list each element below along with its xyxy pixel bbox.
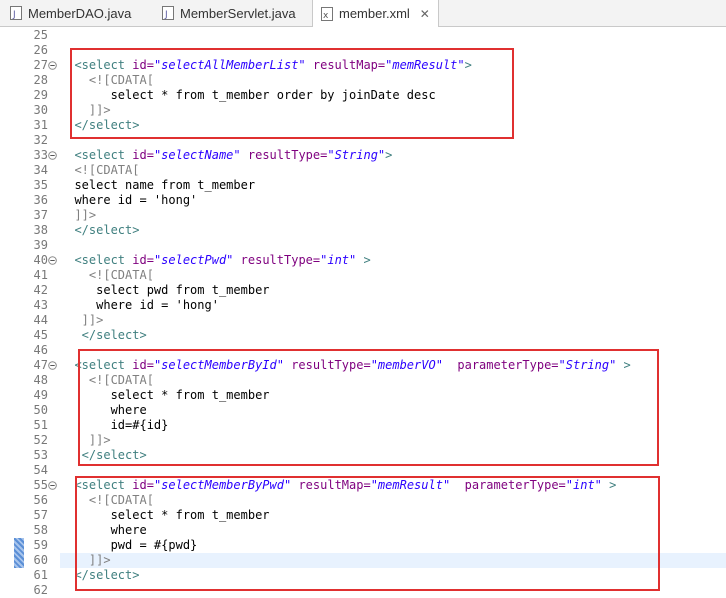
tab-memberservlet-java[interactable]: J MemberServlet.java <box>162 0 296 26</box>
code-line: </select> <box>60 223 139 238</box>
line-number: 38 <box>33 223 48 237</box>
line-number: 51 <box>33 418 48 432</box>
code-token-val: "int" <box>320 253 357 267</box>
line-number: 49 <box>33 388 48 402</box>
line-number: 57 <box>33 508 48 522</box>
code-line: select name from t_member <box>60 178 255 193</box>
code-token-txt: select pwd from t_member <box>60 283 270 297</box>
code-token-tag: </select> <box>60 328 147 342</box>
line-number: 34 <box>33 163 48 177</box>
close-icon[interactable]: ✕ <box>420 7 430 21</box>
line-number: 28 <box>33 73 48 87</box>
highlight-box-select-by-id <box>78 349 659 466</box>
xml-file-icon: x <box>321 6 333 21</box>
code-line: <![CDATA[ <box>60 268 154 283</box>
tab-memberdao-java[interactable]: J MemberDAO.java <box>10 0 131 26</box>
line-number: 31 <box>33 118 48 132</box>
code-token-attr: resultType= <box>233 253 321 267</box>
code-token-val: "selectPwd" <box>153 253 234 267</box>
fold-collapse-icon[interactable] <box>48 256 57 265</box>
line-number: 43 <box>33 298 48 312</box>
line-number: 33 <box>33 148 48 162</box>
code-line: <select id="selectName" resultType="Stri… <box>60 148 392 163</box>
line-number: 50 <box>33 403 48 417</box>
line-number: 53 <box>33 448 48 462</box>
line-number: 30 <box>33 103 48 117</box>
line-number: 60 <box>33 553 48 567</box>
code-token-tag: <select <box>60 148 133 162</box>
highlight-box-select-by-pwd <box>75 476 660 591</box>
code-token-cdata: <![CDATA[ <box>60 268 154 282</box>
code-token-attr: id= <box>132 253 154 267</box>
fold-collapse-icon[interactable] <box>48 61 57 70</box>
line-number: 39 <box>33 238 48 252</box>
svg-text:J: J <box>164 10 168 20</box>
code-line: ]]> <box>60 313 104 328</box>
code-token-attr: id= <box>132 148 154 162</box>
code-editor[interactable]: 25 26 27 28 29 30 31 32 33 34 35 36 37 38 39 40 41 42 43 44… <box>0 27 726 597</box>
editor-tab-bar: J MemberDAO.java J MemberServlet.java x … <box>0 0 726 27</box>
line-number: 27 <box>33 58 48 72</box>
line-number: 52 <box>33 433 48 447</box>
fold-collapse-icon[interactable] <box>48 481 57 490</box>
code-token-cdata: ]]> <box>60 208 97 222</box>
line-number: 45 <box>33 328 48 342</box>
code-token-txt: where id = 'hong' <box>60 193 198 207</box>
fold-collapse-icon[interactable] <box>48 361 57 370</box>
code-token-cdata: ]]> <box>60 313 104 327</box>
code-token-tag: </select> <box>60 223 140 237</box>
tab-label: MemberServlet.java <box>180 5 296 21</box>
highlight-box-select-all <box>70 48 514 139</box>
code-line: where id = 'hong' <box>60 193 197 208</box>
line-number: 29 <box>33 88 48 102</box>
svg-text:J: J <box>12 10 16 20</box>
code-token-txt: where id = 'hong' <box>60 298 219 312</box>
line-number: 55 <box>33 478 48 492</box>
line-number: 42 <box>33 283 48 297</box>
code-line: </select> <box>60 328 147 343</box>
line-number: 44 <box>33 313 48 327</box>
line-number: 25 <box>33 28 48 42</box>
line-number: 32 <box>33 133 48 147</box>
code-token-tag: > <box>356 253 371 267</box>
change-marker <box>14 538 24 568</box>
line-number: 54 <box>33 463 48 477</box>
code-token-val: "String" <box>327 148 386 162</box>
line-number: 41 <box>33 268 48 282</box>
code-token-val: "selectName" <box>153 148 241 162</box>
java-file-icon: J <box>162 6 174 20</box>
line-number: 37 <box>33 208 48 222</box>
tab-label: MemberDAO.java <box>28 5 132 21</box>
line-number: 26 <box>33 43 48 57</box>
line-number: 59 <box>33 538 48 552</box>
line-number: 47 <box>33 358 48 372</box>
line-number: 35 <box>33 178 48 192</box>
svg-text:x: x <box>323 11 329 21</box>
code-line: select pwd from t_member <box>60 283 270 298</box>
line-number: 46 <box>33 343 48 357</box>
code-line: where id = 'hong' <box>60 298 219 313</box>
code-token-tag: <select <box>60 253 133 267</box>
tab-label: member.xml <box>339 6 410 21</box>
tab-member-xml[interactable]: x member.xml ✕ <box>312 0 439 27</box>
line-number: 40 <box>33 253 48 267</box>
code-line: <select id="selectPwd" resultType="int" … <box>60 253 371 268</box>
line-number-gutter: 25 26 27 28 29 30 31 32 33 34 35 36 37 38 39 40 41 42 43 44… <box>0 27 58 597</box>
line-number: 48 <box>33 373 48 387</box>
line-number: 56 <box>33 493 48 507</box>
line-number: 58 <box>33 523 48 537</box>
code-line: <![CDATA[ <box>60 163 139 178</box>
code-token-attr: resultType= <box>240 148 328 162</box>
code-token-tag: > <box>385 148 393 162</box>
code-token-txt: select name from t_member <box>60 178 256 192</box>
java-file-icon: J <box>10 6 22 20</box>
code-token-cdata: <![CDATA[ <box>60 163 140 177</box>
line-number: 61 <box>33 568 48 582</box>
line-number: 36 <box>33 193 48 207</box>
fold-collapse-icon[interactable] <box>48 151 57 160</box>
code-line: ]]> <box>60 208 96 223</box>
